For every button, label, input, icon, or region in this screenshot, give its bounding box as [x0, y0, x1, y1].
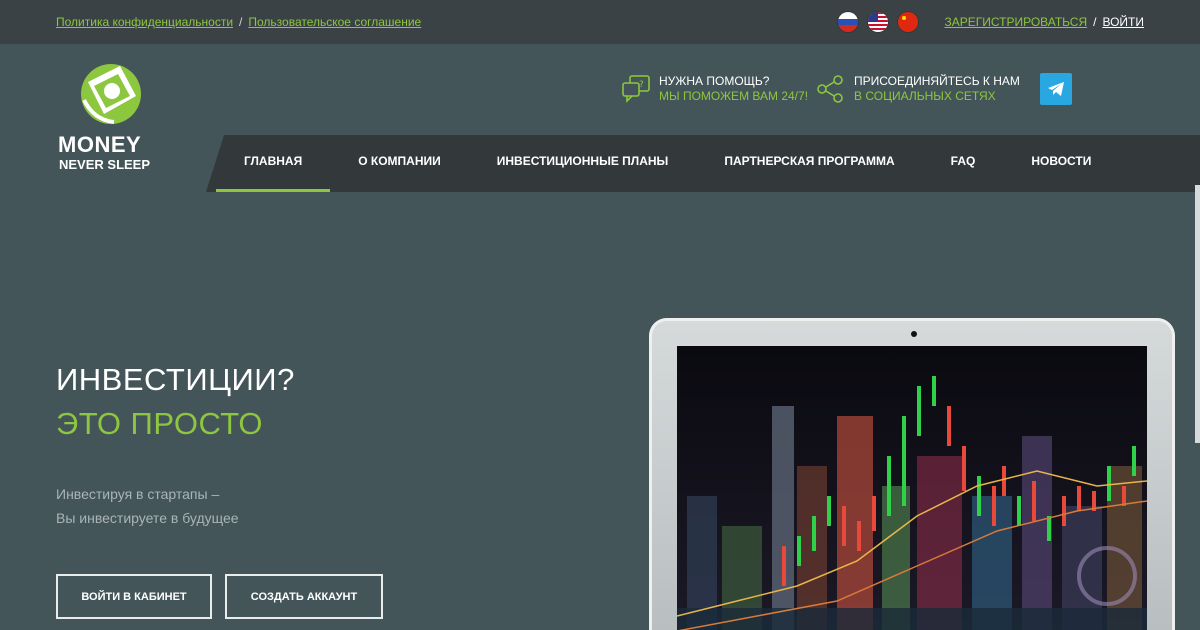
us-flag-icon[interactable] [868, 12, 888, 32]
nav-item[interactable]: ИНВЕСТИЦИОННЫЕ ПЛАНЫ [469, 135, 697, 192]
telegram-button[interactable] [1040, 73, 1072, 105]
auth-separator: / [1093, 15, 1097, 29]
share-icon [817, 75, 843, 103]
register-link[interactable]: ЗАРЕГИСТРИРОВАТЬСЯ [944, 15, 1087, 29]
hero-title: ИНВЕСТИЦИИ? [56, 362, 295, 397]
nav-item[interactable]: FAQ [923, 135, 1004, 192]
help-subtitle: МЫ ПОМОЖЕМ ВАМ 24/7! [659, 89, 809, 103]
scrollbar[interactable] [1195, 185, 1200, 443]
nav-item[interactable]: НОВОСТИ [1003, 135, 1119, 192]
login-cabinet-button[interactable]: ВОЙТИ В КАБИНЕТ [56, 574, 212, 619]
logo-title: MONEY [58, 132, 142, 157]
telegram-icon [1048, 82, 1064, 96]
user-agreement-link[interactable]: Пользовательское соглашение [248, 15, 421, 29]
help-title: НУЖНА ПОМОЩЬ? [659, 74, 770, 88]
logo-mark-icon [81, 64, 141, 124]
language-switcher [838, 12, 918, 32]
hero-subtitle-line1: Инвестируя в стартапы – [56, 486, 220, 502]
login-link[interactable]: ВОЙТИ [1102, 15, 1144, 29]
create-account-button[interactable]: СОЗДАТЬ АККАУНТ [225, 574, 383, 619]
top-bar: Политика конфиденциальности / Пользователь… [0, 0, 1200, 44]
main-nav: ГЛАВНАЯ О КОМПАНИИ ИНВЕСТИЦИОННЫЕ ПЛАНЫ ПАР… [206, 135, 1200, 192]
site-logo[interactable]: MONEY NEVER SLEEP [56, 60, 166, 175]
social-block[interactable]: ПРИСОЕДИНЯЙТЕСЬ К НАМ В СОЦИАЛЬНЫХ СЕТЯХ [816, 74, 1020, 104]
cn-flag-icon[interactable] [898, 12, 918, 32]
legal-links: Политика конфиденциальности / Пользователь… [56, 15, 421, 29]
laptop-illustration [649, 318, 1175, 630]
city-trading-image [677, 346, 1147, 630]
social-title: ПРИСОЕДИНЯЙТЕСЬ К НАМ [854, 74, 1020, 88]
hero-title-accent: ЭТО ПРОСТО [56, 406, 263, 441]
link-separator: / [239, 15, 243, 29]
nav-item[interactable]: О КОМПАНИИ [330, 135, 469, 192]
nav-item[interactable]: ПАРТНЕРСКАЯ ПРОГРАММА [696, 135, 922, 192]
svg-text:?: ? [639, 80, 644, 90]
laptop-camera [911, 331, 917, 337]
auth-links: ЗАРЕГИСТРИРОВАТЬСЯ / ВОЙТИ [944, 15, 1144, 29]
chat-help-icon: ? [622, 75, 650, 103]
nav-item[interactable]: ГЛАВНАЯ [216, 135, 331, 192]
hero-subtitle-line2: Вы инвестируете в будущее [56, 510, 239, 526]
ru-flag-icon[interactable] [838, 12, 858, 32]
social-subtitle: В СОЦИАЛЬНЫХ СЕТЯХ [854, 89, 996, 103]
logo-subtitle: NEVER SLEEP [59, 157, 151, 172]
laptop-screen [677, 346, 1147, 630]
help-block[interactable]: ? НУЖНА ПОМОЩЬ? МЫ ПОМОЖЕМ ВАМ 24/7! [621, 74, 808, 104]
privacy-policy-link[interactable]: Политика конфиденциальности [56, 15, 233, 29]
